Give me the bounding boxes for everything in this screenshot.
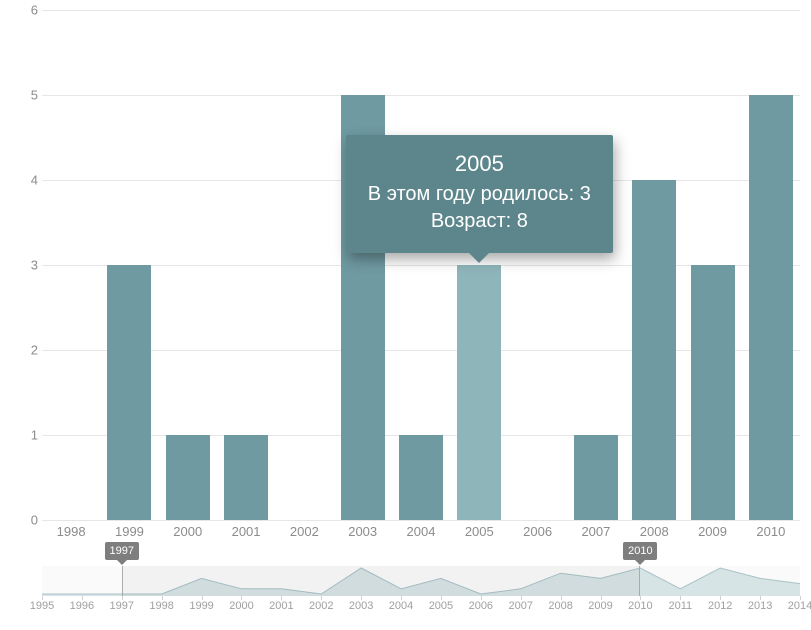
tooltip-arrow-icon	[469, 253, 489, 263]
bar-group	[42, 10, 800, 520]
tooltip-line-2: Возраст: 8	[368, 208, 591, 235]
scrubber-tick-label: 2003	[346, 600, 376, 612]
x-axis-tick: 1999	[107, 524, 151, 539]
scrubber-tick-label: 1998	[147, 600, 177, 612]
scrubber-tick-label: 2013	[745, 600, 775, 612]
bar[interactable]	[574, 435, 618, 520]
bar[interactable]	[166, 435, 210, 520]
y-axis-tick: 3	[20, 258, 38, 273]
scrubber-tick-label: 2014	[785, 600, 811, 612]
scrubber-tick-label: 2005	[426, 600, 456, 612]
tooltip: 2005 В этом году родилось: 3 Возраст: 8	[346, 135, 613, 253]
scrubber-selection[interactable]	[122, 566, 641, 596]
bar[interactable]	[749, 95, 793, 520]
y-axis-tick: 5	[20, 88, 38, 103]
scrubber-handle-right[interactable]: 2010	[623, 542, 657, 560]
scrubber-tick-label: 2001	[266, 600, 296, 612]
x-axis-tick: 2000	[166, 524, 210, 539]
scrubber-track[interactable]	[42, 566, 800, 596]
bar[interactable]	[107, 265, 151, 520]
y-axis-tick: 6	[20, 3, 38, 18]
scrubber-handle-left[interactable]: 1997	[105, 542, 139, 560]
grid-line	[42, 520, 800, 521]
y-axis-tick: 1	[20, 428, 38, 443]
scrubber-tick-label: 1996	[67, 600, 97, 612]
y-axis-tick: 2	[20, 343, 38, 358]
x-axis-tick: 2010	[749, 524, 793, 539]
scrubber-tick-label: 2010	[625, 600, 655, 612]
x-axis-tick: 2004	[399, 524, 443, 539]
scrubber-tick-label: 2000	[226, 600, 256, 612]
x-axis-tick: 2009	[691, 524, 735, 539]
scrubber-tick-label: 2008	[546, 600, 576, 612]
scrubber-tick-label: 2004	[386, 600, 416, 612]
y-axis-tick: 4	[20, 173, 38, 188]
tooltip-line-1: В этом году родилось: 3	[368, 181, 591, 208]
x-axis-tick: 2003	[341, 524, 385, 539]
scrubber-tick-label: 2011	[665, 600, 695, 612]
bar[interactable]	[691, 265, 735, 520]
bar[interactable]	[457, 265, 501, 520]
scrubber-tick-label: 2007	[506, 600, 536, 612]
scrubber-tick-label: 2012	[705, 600, 735, 612]
bar[interactable]	[224, 435, 268, 520]
scrubber-tick-label: 1999	[187, 600, 217, 612]
x-axis-tick: 2005	[457, 524, 501, 539]
x-axis-tick: 2007	[574, 524, 618, 539]
scrubber-handle-left-label: 1997	[110, 545, 134, 557]
x-axis-tick: 2002	[282, 524, 326, 539]
scrubber-tick-label: 2006	[466, 600, 496, 612]
y-axis-tick: 0	[20, 513, 38, 528]
x-axis-tick: 2001	[224, 524, 268, 539]
x-axis-tick: 2008	[632, 524, 676, 539]
bar[interactable]	[632, 180, 676, 520]
time-scrubber[interactable]: 1997 2010 199519961997199819992000200120…	[42, 556, 800, 616]
main-chart	[42, 10, 800, 520]
x-axis-tick: 1998	[49, 524, 93, 539]
scrubber-tick-label: 1995	[27, 600, 57, 612]
scrubber-tick-label: 2009	[586, 600, 616, 612]
bar[interactable]	[399, 435, 443, 520]
tooltip-title: 2005	[368, 151, 591, 177]
scrubber-tick-label: 2002	[306, 600, 336, 612]
x-axis-tick: 2006	[516, 524, 560, 539]
scrubber-handle-right-label: 2010	[628, 545, 652, 557]
scrubber-tick-label: 1997	[107, 600, 137, 612]
